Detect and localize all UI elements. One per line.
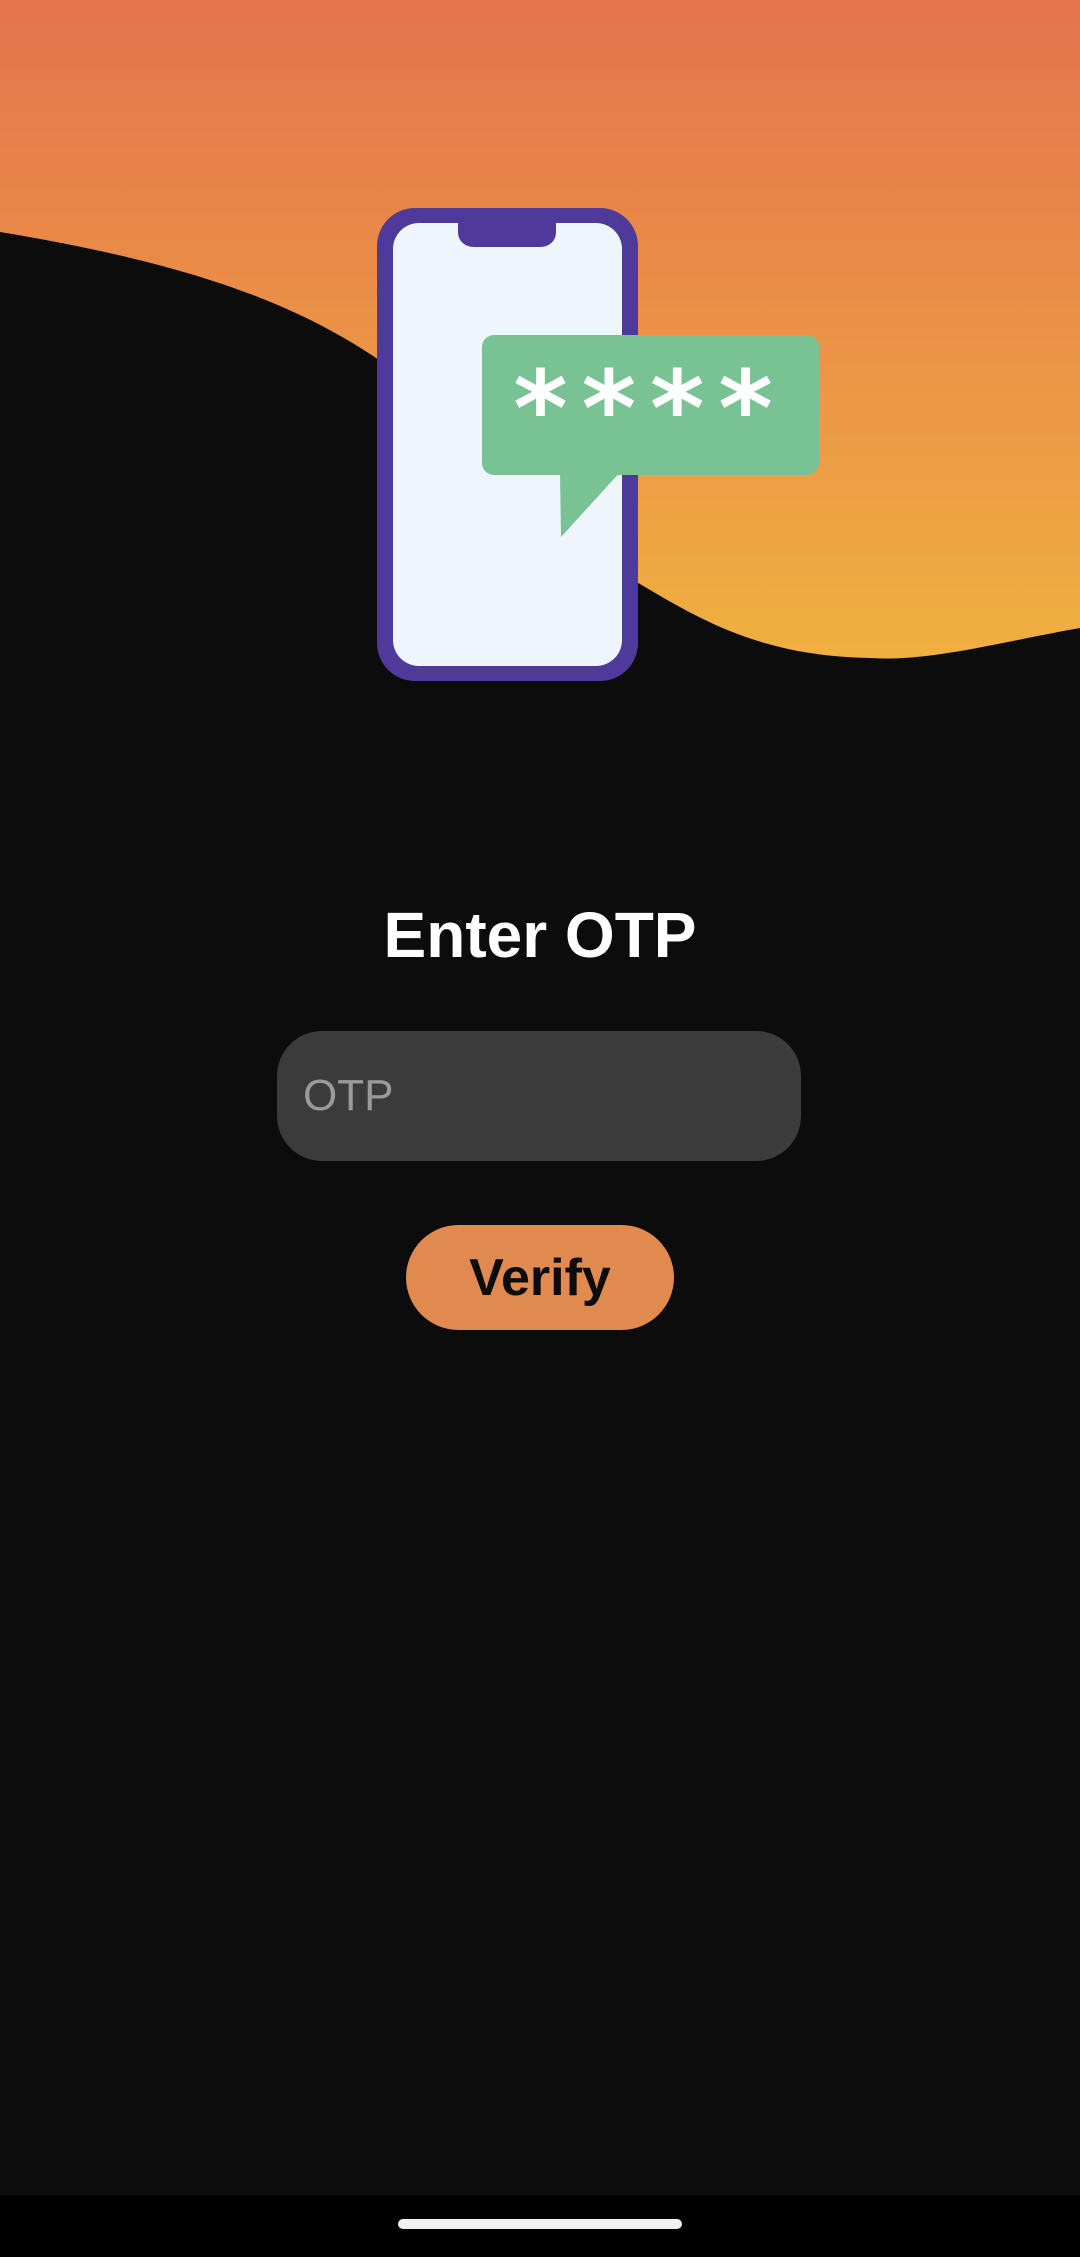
system-navigation-bar bbox=[0, 2195, 1080, 2257]
otp-verification-screen: **** Enter OTP Verify bbox=[0, 0, 1080, 2257]
verify-button[interactable]: Verify bbox=[406, 1225, 674, 1330]
home-indicator[interactable] bbox=[398, 2219, 682, 2229]
page-title: Enter OTP bbox=[383, 899, 697, 971]
hero-illustration: **** bbox=[0, 0, 1080, 681]
message-bubble-text: **** bbox=[513, 348, 787, 470]
otp-input[interactable] bbox=[277, 1031, 801, 1161]
